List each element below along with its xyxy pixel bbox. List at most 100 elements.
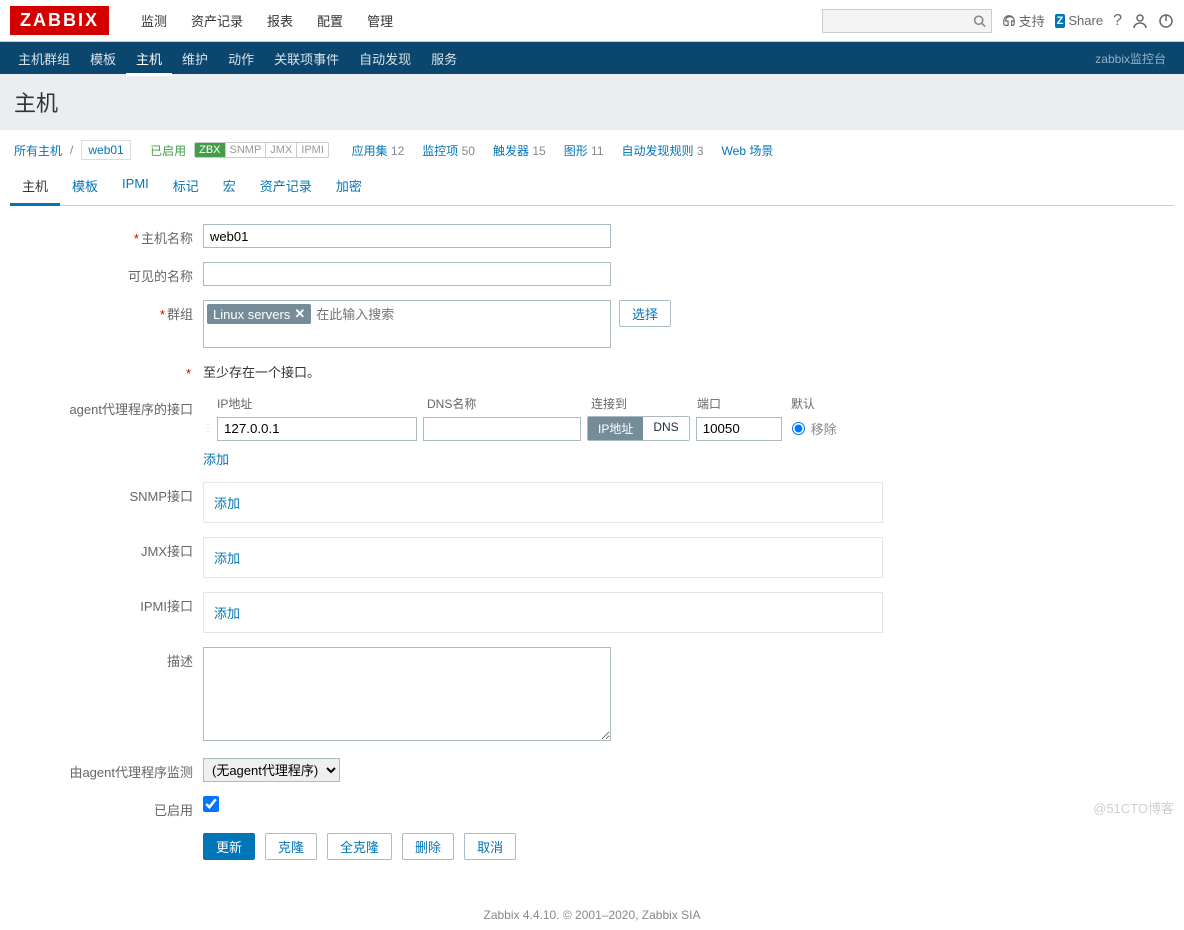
top-right: 支持 Z Share ?	[822, 9, 1174, 33]
tab-2[interactable]: IPMI	[110, 168, 161, 205]
connect-to-toggle: IP地址 DNS	[587, 416, 690, 441]
breadcrumb-separator: /	[70, 143, 73, 157]
iface-note-marker: *	[20, 362, 203, 381]
proxy-label: 由agent代理程序监测	[20, 758, 203, 781]
connect-ip-option[interactable]: IP地址	[588, 417, 643, 440]
page-header: 主机	[0, 74, 1184, 130]
host-name-input[interactable]	[203, 224, 611, 248]
count-badge: 3	[694, 144, 704, 158]
form-actions: 更新 克隆 全克隆 删除 取消	[203, 833, 1164, 860]
add-jmx-iface-link[interactable]: 添加	[214, 551, 240, 566]
tab-5[interactable]: 资产记录	[248, 168, 324, 205]
clone-button[interactable]: 克隆	[265, 833, 317, 860]
host-name-label: *主机名称	[20, 224, 203, 247]
groups-multiselect[interactable]: Linux servers ✕	[203, 300, 611, 348]
z-badge-icon: Z	[1055, 14, 1066, 28]
status-enabled: 已启用	[150, 142, 186, 159]
update-button[interactable]: 更新	[203, 833, 255, 860]
search-icon[interactable]	[973, 14, 986, 27]
host-count-link[interactable]: 自动发现规则	[622, 144, 694, 158]
sub-menu-item[interactable]: 服务	[421, 41, 467, 76]
host-bar: 所有主机 / web01 已启用 ZBXSNMPJMXIPMI 应用集 12 监控…	[10, 130, 1174, 168]
availability-box: ZBXSNMPJMXIPMI	[194, 142, 329, 158]
drag-handle-icon[interactable]: ⋮⋮	[203, 424, 217, 434]
proxy-select[interactable]: (无agent代理程序)	[203, 758, 340, 782]
user-icon[interactable]	[1132, 13, 1148, 29]
host-link[interactable]: web01	[81, 140, 130, 160]
add-ipmi-iface-link[interactable]: 添加	[214, 606, 240, 621]
snmp-iface-label: SNMP接口	[20, 482, 203, 505]
watermark: @51CTO博客	[1093, 798, 1174, 817]
cancel-button[interactable]: 取消	[464, 833, 516, 860]
search-input[interactable]	[822, 9, 992, 33]
agent-iface-row: ⋮⋮ IP地址 DNS 移除	[203, 416, 1164, 441]
host-count-link[interactable]: Web 场景	[722, 144, 774, 158]
delete-button[interactable]: 删除	[402, 833, 454, 860]
dns-input[interactable]	[423, 417, 581, 441]
host-count-link[interactable]: 监控项	[422, 144, 458, 158]
logo[interactable]: ZABBIX	[10, 6, 109, 35]
share-label: Share	[1068, 13, 1103, 28]
col-ip-label: IP地址	[217, 395, 421, 412]
group-search-input[interactable]	[314, 304, 607, 324]
content: 所有主机 / web01 已启用 ZBXSNMPJMXIPMI 应用集 12 监控…	[0, 130, 1184, 878]
tab-1[interactable]: 模板	[60, 168, 110, 205]
remove-tag-icon[interactable]: ✕	[294, 306, 305, 322]
sub-menu-item[interactable]: 维护	[172, 41, 218, 76]
share-link[interactable]: Z Share	[1055, 13, 1103, 28]
tab-4[interactable]: 宏	[211, 168, 248, 205]
remove-iface-link[interactable]: 移除	[811, 419, 837, 438]
avail-snmp: SNMP	[226, 143, 267, 157]
host-count-link[interactable]: 触发器	[493, 144, 529, 158]
sub-menu-item[interactable]: 主机群组	[8, 41, 80, 76]
sub-menu-item[interactable]: 主机	[126, 41, 172, 76]
enabled-checkbox[interactable]	[203, 796, 219, 812]
add-snmp-iface-link[interactable]: 添加	[214, 496, 240, 511]
count-badge: 11	[588, 144, 604, 158]
top-menu-item[interactable]: 资产记录	[179, 0, 255, 42]
col-default-label: 默认	[783, 395, 815, 412]
support-label: 支持	[1019, 11, 1045, 30]
help-icon[interactable]: ?	[1113, 12, 1122, 30]
col-dns-label: DNS名称	[421, 395, 585, 412]
enabled-label: 已启用	[20, 796, 203, 819]
sub-nav: 主机群组模板主机维护动作关联项事件自动发现服务 zabbix监控台	[0, 42, 1184, 74]
all-hosts-link[interactable]: 所有主机	[14, 142, 62, 159]
tab-0[interactable]: 主机	[10, 168, 60, 206]
port-input[interactable]	[696, 417, 782, 441]
top-nav: ZABBIX 监测资产记录报表配置管理 支持 Z Share ?	[0, 0, 1184, 42]
top-menu-item[interactable]: 管理	[355, 0, 405, 42]
col-port-label: 端口	[691, 395, 783, 412]
sub-menu-item[interactable]: 动作	[218, 41, 264, 76]
top-menu-item[interactable]: 监测	[129, 0, 179, 42]
page-title: 主机	[14, 86, 1170, 118]
headset-icon	[1002, 14, 1016, 28]
count-badge: 15	[529, 144, 546, 158]
description-textarea[interactable]	[203, 647, 611, 741]
visible-name-input[interactable]	[203, 262, 611, 286]
tab-3[interactable]: 标记	[161, 168, 211, 205]
description-label: 描述	[20, 647, 203, 670]
full-clone-button[interactable]: 全克隆	[327, 833, 392, 860]
snmp-iface-box: 添加	[203, 482, 883, 523]
sub-menu-item[interactable]: 关联项事件	[264, 41, 349, 76]
sub-nav-right-label: zabbix监控台	[1095, 50, 1176, 67]
top-menu-item[interactable]: 配置	[305, 0, 355, 42]
power-icon[interactable]	[1158, 13, 1174, 29]
ip-input[interactable]	[217, 417, 417, 441]
connect-dns-option[interactable]: DNS	[643, 417, 688, 440]
default-iface-radio[interactable]	[792, 422, 805, 435]
count-badge: 12	[388, 144, 405, 158]
support-link[interactable]: 支持	[1002, 11, 1045, 30]
host-counts: 应用集 12监控项 50触发器 15图形 11自动发现规则 3Web 场景	[352, 142, 774, 159]
host-count-link[interactable]: 图形	[564, 144, 588, 158]
tab-6[interactable]: 加密	[324, 168, 374, 205]
sub-menu-item[interactable]: 模板	[80, 41, 126, 76]
groups-label: *群组	[20, 300, 203, 323]
host-count-link[interactable]: 应用集	[352, 144, 388, 158]
top-menu-item[interactable]: 报表	[255, 0, 305, 42]
add-agent-iface-link[interactable]: 添加	[203, 452, 229, 467]
sub-menu-item[interactable]: 自动发现	[349, 41, 421, 76]
jmx-iface-box: 添加	[203, 537, 883, 578]
select-group-button[interactable]: 选择	[619, 300, 671, 327]
